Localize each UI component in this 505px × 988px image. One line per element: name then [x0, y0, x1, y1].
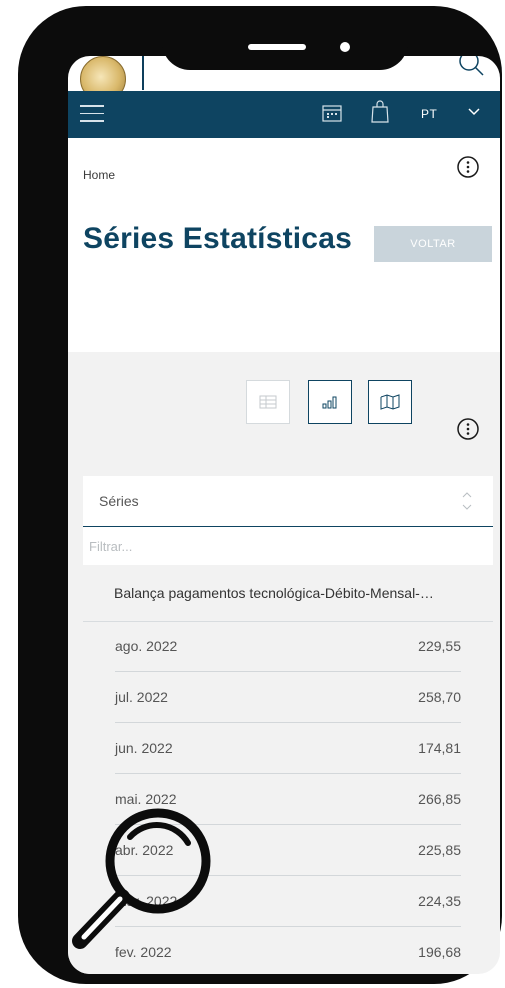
chevron-down-icon[interactable] [467, 105, 481, 124]
phone-camera [340, 42, 350, 52]
sort-arrows-icon[interactable] [461, 490, 473, 517]
page-title: Séries Estatísticas [83, 222, 352, 255]
series-name-row[interactable]: Balança pagamentos tecnológica-Débito-Me… [83, 565, 493, 622]
magnifier-overlay-icon [70, 805, 220, 960]
top-navbar: PT [68, 91, 500, 138]
map-view-button[interactable] [368, 380, 412, 424]
language-selector[interactable]: PT [421, 107, 437, 121]
logo-divider [142, 56, 144, 90]
row-value: 224,35 [418, 893, 461, 909]
row-value: 225,85 [418, 842, 461, 858]
back-button[interactable]: VOLTAR [374, 226, 492, 262]
row-date: ago. 2022 [115, 638, 178, 654]
series-column-header[interactable]: Séries [83, 476, 493, 527]
shopping-bag-icon[interactable] [370, 100, 390, 129]
series-name: Balança pagamentos tecnológica-Débito-Me… [114, 585, 434, 601]
filter-row [83, 527, 493, 566]
search-icon[interactable] [456, 56, 486, 83]
table-row: ago. 2022 229,55 [115, 621, 461, 672]
breadcrumb-home[interactable]: Home [83, 168, 115, 182]
table-view-button[interactable] [246, 380, 290, 424]
row-date: jun. 2022 [115, 740, 173, 756]
phone-notch [162, 16, 408, 70]
calendar-icon[interactable] [322, 104, 342, 127]
table-row: jul. 2022 258,70 [115, 672, 461, 723]
filter-input[interactable] [83, 527, 493, 565]
row-value: 229,55 [418, 638, 461, 654]
bar-chart-icon [322, 396, 337, 409]
row-date: jul. 2022 [115, 689, 168, 705]
series-panel: Séries [83, 476, 493, 566]
row-value: 266,85 [418, 791, 461, 807]
row-value: 258,70 [418, 689, 461, 705]
menu-icon[interactable] [80, 105, 104, 123]
info-icon[interactable] [456, 155, 480, 184]
table-row: jun. 2022 174,81 [115, 723, 461, 774]
row-value: 196,68 [418, 944, 461, 960]
table-icon [259, 395, 277, 409]
phone-speaker [248, 44, 306, 50]
map-icon [380, 394, 400, 410]
row-value: 174,81 [418, 740, 461, 756]
info-icon[interactable] [456, 417, 480, 446]
series-header-label: Séries [99, 493, 139, 509]
chart-view-button[interactable] [308, 380, 352, 424]
